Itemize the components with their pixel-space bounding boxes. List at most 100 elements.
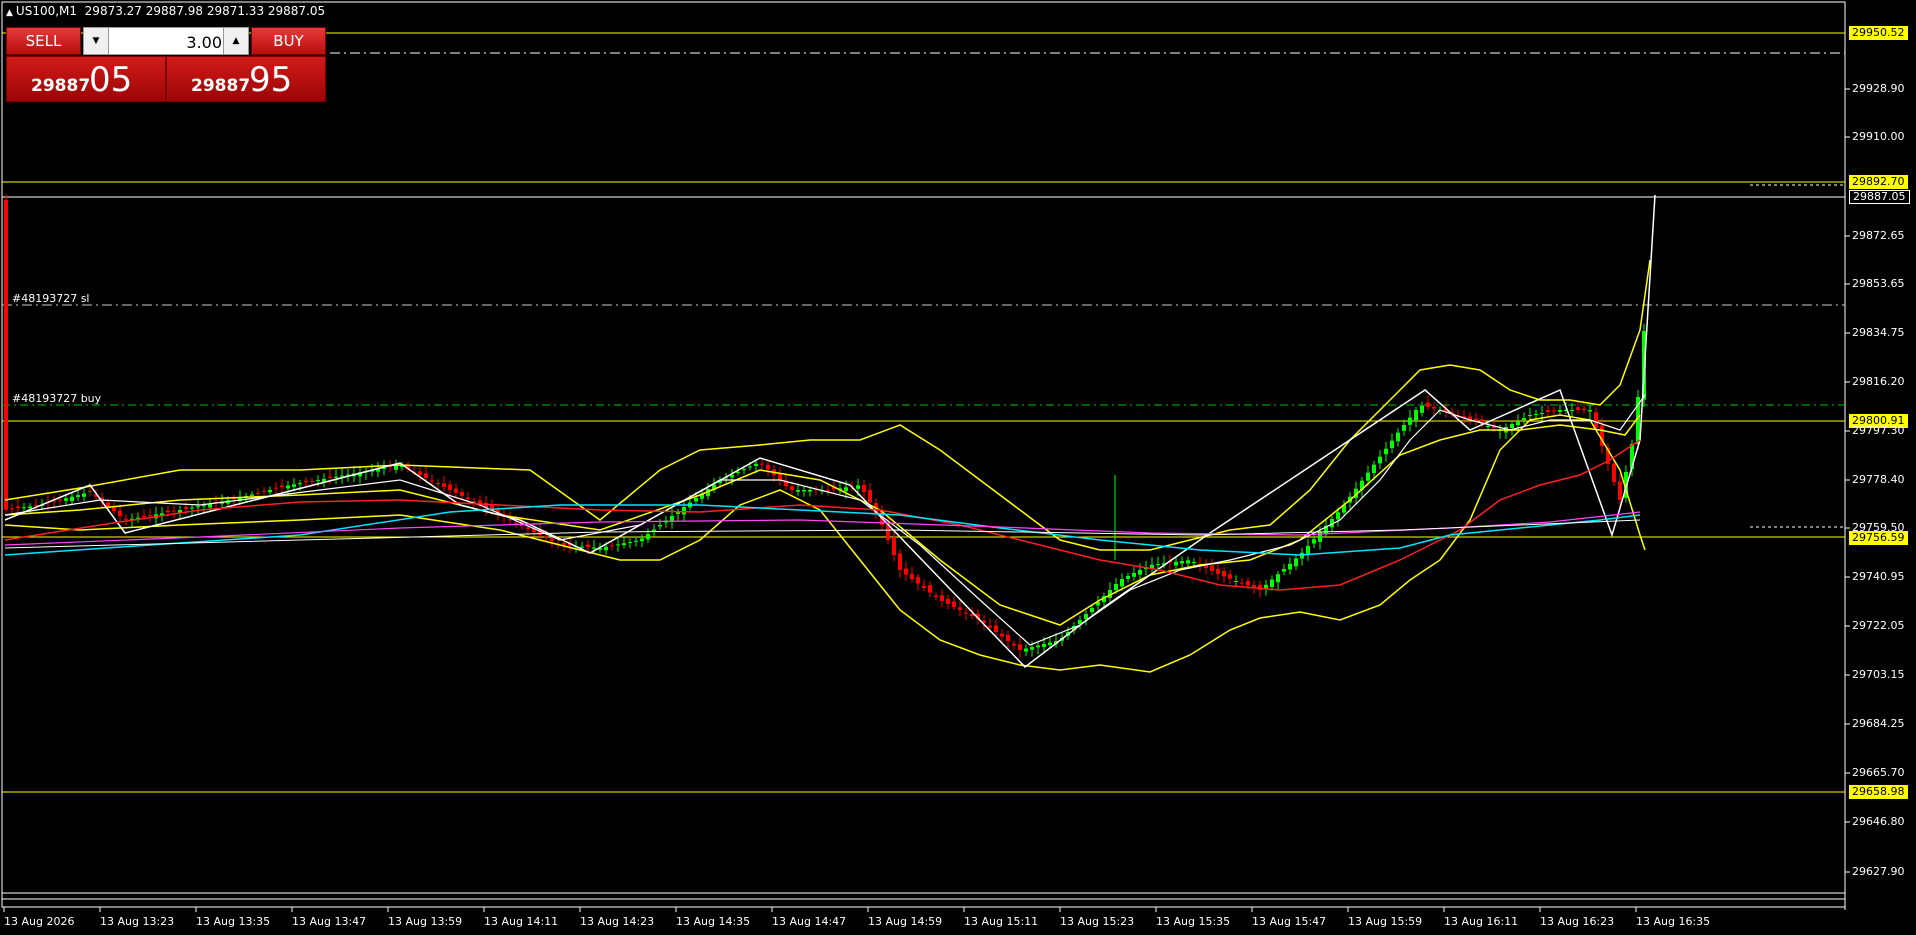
candle-body [142,516,146,518]
candle-body [1540,413,1544,415]
candle-body [148,515,152,517]
candle-body [1306,546,1310,555]
candle-body [940,595,944,601]
candle-body [1594,412,1598,428]
candle-body [766,464,770,470]
candle-body [844,487,848,492]
candle-body [334,476,338,478]
candle-body [418,471,422,475]
buy-order-label[interactable]: #48193727 buy [12,392,101,405]
candle-body [640,538,644,542]
bid-price-button[interactable]: 29887 05 [6,56,166,102]
moving-average-magenta [4,511,1641,546]
candle-body [862,484,866,492]
candle-body [1426,402,1430,407]
price-axis-tick: 29759.50 [1852,521,1905,534]
price-chart[interactable] [0,0,1916,935]
candle-body [172,510,176,512]
candle-body [694,498,698,502]
candle-body [184,507,188,509]
bid-price-fraction: 05 [89,60,133,100]
candle-body [1312,539,1316,544]
candle-body [1414,410,1418,421]
candle-body [628,542,632,543]
candle-body [808,490,812,492]
candle-body [424,473,428,478]
candle-body [658,525,662,527]
candle-body [604,546,608,551]
candle-body [526,527,530,529]
candle-body [1000,633,1004,637]
time-axis-tick: 13 Aug 14:47 [772,915,847,928]
ask-price-fraction: 95 [249,60,293,100]
candle-body [1216,568,1220,574]
zigzag-line [4,194,1656,669]
time-axis-tick: 13 Aug 14:59 [868,915,943,928]
lot-increase-button[interactable]: ▲ [223,28,248,54]
lot-size-stepper: ▼ ▲ [83,27,249,55]
candle-body [1618,481,1622,500]
candle-body [1276,574,1280,583]
candle-body [118,510,122,516]
candle-body [1294,558,1298,567]
candle-body [1432,406,1436,409]
price-axis-tick: 29853.65 [1852,277,1905,290]
ask-price-button[interactable]: 29887 95 [166,56,326,102]
sell-button[interactable]: SELL [6,27,81,55]
candle-body [610,545,614,547]
candle-body [508,519,512,521]
candle-body [454,488,458,493]
candle-body [1174,561,1178,566]
candle-body [1018,644,1022,650]
candle-body [1180,561,1184,564]
candle-body [898,553,902,570]
candle-body [340,475,344,477]
candle-body [1576,407,1580,410]
candle-body [460,491,464,496]
candle-body [514,522,518,524]
candle-body [1528,415,1532,416]
candle-body [1114,584,1118,591]
time-axis-tick: 13 Aug 15:59 [1348,915,1423,928]
candle-body [580,546,584,548]
lot-decrease-button[interactable]: ▼ [84,28,109,54]
candle-body [1210,565,1214,571]
candle-body [1270,579,1274,587]
candle-body [592,547,596,549]
symbol-name: US100,M1 [15,4,78,18]
candle-body [796,490,800,492]
candle-body [442,483,446,487]
price-axis-tick: 29627.90 [1852,865,1905,878]
candle-body [1366,472,1370,481]
candle-body [1522,418,1526,421]
candle-body [1006,634,1010,641]
candle-body [868,490,872,503]
chart-frame [1,1,1846,908]
buy-button[interactable]: BUY [251,27,326,55]
bollinger-lower-band [4,414,1646,673]
time-axis-tick: 13 Aug 14:11 [484,915,559,928]
candle-body [34,504,38,506]
candle-body [1588,410,1592,412]
candle-body [166,510,170,513]
candle-body [760,463,764,465]
time-axis-tick: 13 Aug 13:47 [292,915,367,928]
stop-loss-order-label[interactable]: #48193727 sl [12,292,90,305]
lot-size-input[interactable] [110,30,224,54]
candle-body [1384,448,1388,455]
candle-body [922,585,926,588]
price-axis-tick: 29834.75 [1852,326,1905,339]
candle-body [190,507,194,509]
price-tag-level: 29950.52 [1849,26,1908,40]
candle-body [1402,425,1406,431]
candle-body [1030,647,1034,650]
price-axis-tick: 29684.25 [1852,717,1905,730]
price-axis-tick: 29816.20 [1852,375,1905,388]
candle-body [1510,424,1514,429]
candle-body [1024,648,1028,652]
price-axis-tick: 29703.15 [1852,668,1905,681]
candle-body [286,485,290,489]
candle-body [1138,570,1142,575]
moving-average-white [4,394,1646,646]
candle-body [4,199,8,510]
